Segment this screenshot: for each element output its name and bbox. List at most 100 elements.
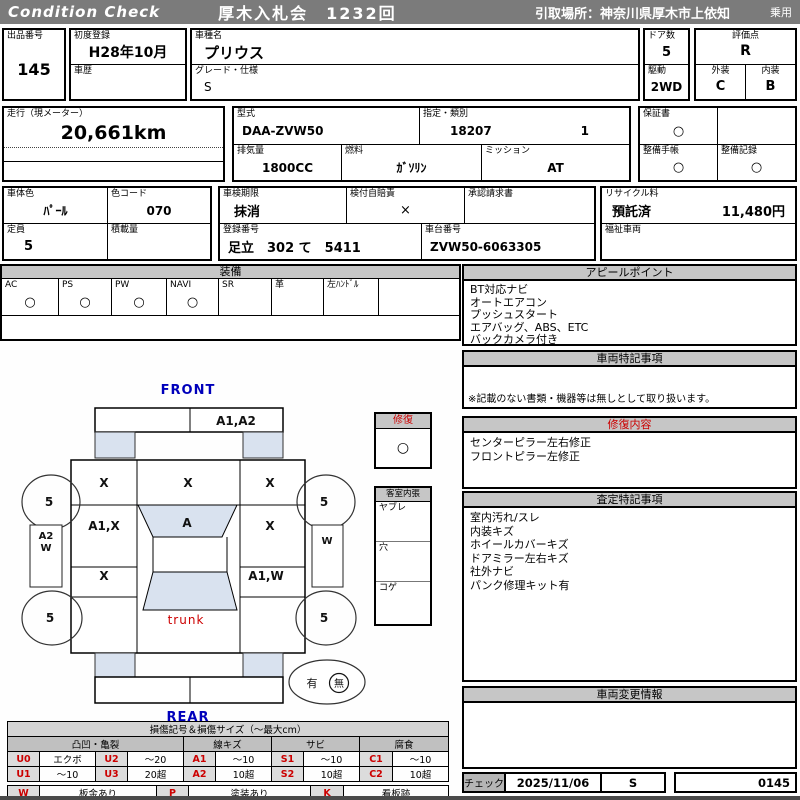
lining-burn-label: コゲ — [379, 583, 398, 593]
maintenance-record-value: ○ — [750, 160, 763, 175]
front-left-tire-depth: 5 — [45, 495, 53, 509]
history-value — [71, 75, 185, 99]
class-sub-number: 1 — [580, 124, 589, 138]
inspection-box: 車検期限 抹消 検付自賠責 × 承認請求書 登録番号 足立 302 て 5411… — [218, 186, 596, 261]
assessment-notes-box: 査定特記事項 室内汚れ/スレ 内装キズ ホイールカバーキズ ドアミラー左右キズ … — [462, 491, 797, 682]
legend-title: 損傷記号＆損傷サイズ（～最大cm） — [6, 721, 450, 737]
load-value — [108, 234, 210, 259]
recycle-box: リサイクル料 預託済 11,480円 福祉車両 — [600, 186, 797, 261]
rear-left-door-damage: X — [99, 569, 109, 583]
hood-damage: X — [183, 476, 193, 490]
rear-right-corner — [242, 652, 284, 678]
legend-desc: ～20 — [127, 751, 184, 767]
equipment-box: 装備 AC ○ PS ○ PW ○ NAVI ○ SR 革 左ﾊﾝﾄﾞﾙ — [0, 264, 461, 341]
windshield-damage: A — [182, 516, 192, 530]
type-value: DAA-ZVW50 — [242, 124, 324, 138]
pickup-location: 引取場所：神奈川県厚木市上依知 — [534, 6, 730, 22]
repair-content-title: 修復内容 — [464, 418, 795, 433]
right-sill-panel — [311, 524, 344, 588]
title-bar: Condition Check 厚木入札会 1232回 引取場所：神奈川県厚木市… — [0, 0, 800, 24]
legend-code: S2 — [271, 766, 304, 782]
equip-navi-value: ○ — [186, 294, 199, 310]
type-box: 型式 DAA-ZVW50 指定・類別 18207 1 排気量 1800CC 燃料… — [232, 106, 631, 182]
appeal-points-title: アピールポイント — [464, 266, 795, 281]
rear-left-corner — [94, 652, 136, 678]
bottom-rule — [0, 796, 800, 800]
check-number: 0145 — [674, 772, 797, 793]
legend-desc: 20超 — [127, 766, 184, 782]
equip-lhd-value — [324, 289, 378, 315]
doors-value: 5 — [661, 44, 672, 60]
approval-value — [465, 198, 594, 223]
assessment-notes-title: 査定特記事項 — [464, 493, 795, 508]
legend-code: U2 — [95, 751, 128, 767]
spare-tire-oval — [288, 659, 366, 705]
legend-code: U1 — [7, 766, 40, 782]
equip-sr-value — [219, 289, 271, 315]
front-bumper-damage: A1,A2 — [216, 414, 256, 428]
first-reg-value: H28年10月 — [88, 45, 168, 61]
displacement-value: 1800CC — [261, 160, 313, 175]
legend-desc: 10超 — [215, 766, 272, 782]
spare-no-label: 無 — [334, 677, 344, 690]
left-sill-damage-2: W — [40, 543, 51, 554]
assessment-line: 室内汚れ/スレ — [470, 511, 540, 524]
legend-desc: 10超 — [391, 766, 450, 782]
color-box: 車体色 ﾊﾟｰﾙ 色コード 070 定員 5 積載量 — [2, 186, 212, 261]
class-number: 18207 — [450, 124, 492, 138]
check-inspector: S — [602, 772, 666, 793]
damage-legend: 損傷記号＆損傷サイズ（～最大cm） 凸凹・亀裂 線キズ サビ 腐食 U0 エクボ … — [6, 721, 450, 800]
repair-flag-box: 修復 ○ — [374, 412, 432, 469]
repair-content-box: 修復内容 センターピラー左右修正 フロントピラー左修正 — [462, 416, 797, 489]
check-date: 2025/11/06 — [506, 772, 602, 793]
rear-right-tire-depth: 5 — [320, 611, 328, 625]
equipment-title: 装備 — [2, 266, 459, 279]
assessment-line: ドアミラー左右キズ — [470, 551, 569, 565]
legend-code: C2 — [359, 766, 393, 782]
warranty-value: ○ — [672, 123, 685, 139]
score-value: R — [740, 43, 751, 59]
assessment-line: 社外ナビ — [470, 565, 514, 578]
registration-box: 初度登録 H28年10月 車歴 — [69, 28, 187, 101]
legend-desc: 10超 — [303, 766, 360, 782]
trunk-label: trunk — [168, 613, 205, 627]
color-code-value: 070 — [146, 203, 172, 218]
registration-number-value: 足立 302 て 5411 — [228, 241, 361, 256]
equip-ac-value: ○ — [24, 294, 36, 310]
legend-code: U3 — [95, 766, 128, 782]
rear-right-door-damage: A1,W — [248, 569, 283, 583]
legend-desc: エクボ — [39, 751, 96, 767]
left-sill-damage-1: A2 — [39, 531, 54, 542]
legend-group-rust: サビ — [271, 736, 360, 752]
recycle-status: 預託済 — [612, 205, 652, 220]
front-left-fender-damage: X — [99, 476, 109, 490]
inspection-value: 抹消 — [234, 205, 261, 220]
legend-code: A1 — [183, 751, 216, 767]
legend-desc: ～10 — [215, 751, 272, 767]
welfare-value — [602, 234, 795, 259]
front-right-corner — [242, 431, 284, 459]
legend-group-dents: 凸凹・亀裂 — [7, 736, 184, 752]
chassis-number-value: ZVW50-6063305 — [430, 239, 542, 254]
insurance-value: × — [400, 203, 411, 218]
repair-line: センターピラー左右修正 — [470, 436, 591, 449]
rear-window — [142, 571, 238, 611]
capacity-value: 5 — [24, 239, 34, 254]
legend-desc: ～10 — [39, 766, 96, 782]
front-right-fender-damage: X — [265, 476, 275, 490]
legend-code: S1 — [271, 751, 304, 767]
change-info-box: 車両変更情報 — [462, 686, 797, 769]
right-sill-damage: W — [321, 536, 332, 547]
legend-code: C1 — [359, 751, 393, 767]
model-box: 車種名 プリウス グレード・仕様 S — [190, 28, 640, 101]
car-damage-diagram: FRONT A1,A2 X X X A1,X A X X A1,W trunk — [21, 383, 366, 725]
drive-value: 2WD — [650, 80, 683, 94]
lining-tear-label: ヤブレ — [379, 503, 407, 513]
repair-flag-value: ○ — [396, 440, 410, 456]
brand-logo: Condition Check — [8, 3, 161, 21]
assessment-line: 内装キズ — [470, 524, 514, 538]
vehicle-notes-box: 車両特記事項 ※記載のない書類・機器等は無しとして取り扱います。 — [462, 350, 797, 409]
check-row: チェック 2025/11/06 S 0145 — [462, 772, 797, 793]
assessment-line: パンク修理キット有 — [470, 578, 570, 592]
score-box: 評価点 R 外装 C 内装 B — [694, 28, 797, 101]
